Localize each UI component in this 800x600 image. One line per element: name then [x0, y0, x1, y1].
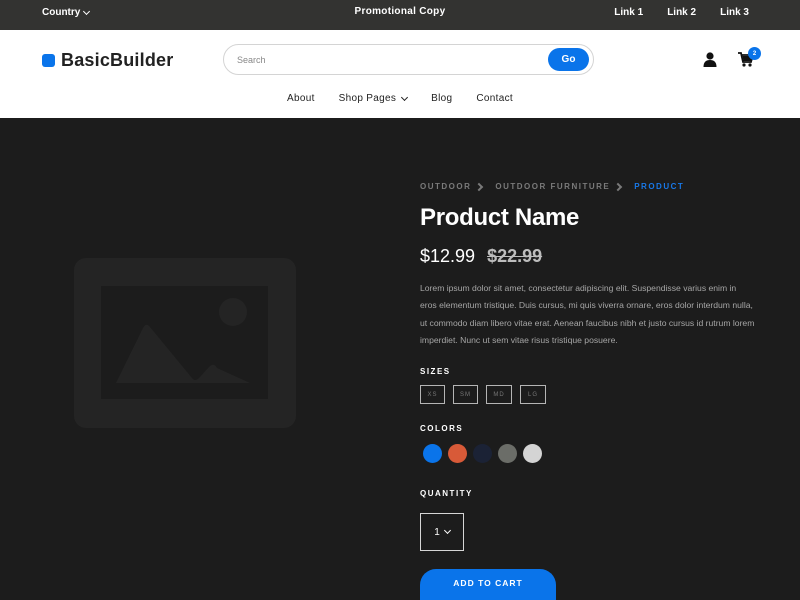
color-swatch-light-gray[interactable]: [523, 444, 542, 463]
chevron-right-icon: [613, 182, 623, 191]
size-option-md[interactable]: MD: [486, 385, 512, 404]
product-section: OUTDOOR OUTDOOR FURNITURE PRODUCT Produc…: [0, 118, 800, 600]
top-link-2[interactable]: Link 2: [667, 7, 696, 18]
top-bar: Country Promotional Copy Link 1 Link 2 L…: [0, 0, 800, 30]
breadcrumb-item-outdoor-furniture[interactable]: OUTDOOR FURNITURE: [495, 182, 610, 191]
size-options: XS SM MD LG: [420, 385, 546, 404]
breadcrumb: OUTDOOR OUTDOOR FURNITURE PRODUCT: [420, 182, 684, 191]
chevron-right-icon: [475, 182, 484, 191]
nav-item-label: About: [287, 93, 315, 104]
chevron-down-icon: [443, 526, 451, 535]
user-icon[interactable]: [703, 52, 717, 67]
brand-name: BasicBuilder: [61, 50, 174, 70]
top-link-1[interactable]: Link 1: [614, 7, 643, 18]
top-link-3[interactable]: Link 3: [720, 7, 749, 18]
main-nav: About Shop Pages Blog Contact: [0, 93, 800, 104]
add-to-cart-button[interactable]: ADD TO CART: [420, 569, 556, 600]
nav-item-label: Shop Pages: [338, 93, 397, 104]
color-swatch-blue[interactable]: [423, 444, 442, 463]
nav-item-blog[interactable]: Blog: [431, 93, 452, 104]
image-placeholder-icon: [74, 258, 296, 428]
color-swatch-navy[interactable]: [473, 444, 492, 463]
nav-item-contact[interactable]: Contact: [476, 93, 513, 104]
search-go-button[interactable]: Go: [548, 48, 589, 71]
chevron-down-icon: [401, 93, 409, 101]
quantity-label: QUANTITY: [420, 489, 473, 498]
site-header: BasicBuilder Go 2 About Shop Pages Blog …: [0, 30, 800, 118]
colors-label: COLORS: [420, 424, 464, 433]
nav-item-about[interactable]: About: [287, 93, 315, 104]
nav-item-label: Blog: [431, 93, 453, 104]
search-bar: Go: [223, 44, 594, 75]
current-price: $12.99: [420, 246, 476, 266]
nav-item-shop-pages[interactable]: Shop Pages: [338, 93, 409, 104]
size-option-lg[interactable]: LG: [520, 385, 546, 404]
search-input[interactable]: [237, 54, 548, 65]
product-price: $12.99 $22.99: [420, 246, 542, 267]
logo-mark-icon: [42, 54, 55, 67]
quantity-value: 1: [434, 526, 440, 538]
sizes-label: SIZES: [420, 367, 451, 376]
breadcrumb-item-outdoor[interactable]: OUTDOOR: [420, 182, 471, 191]
nav-item-label: Contact: [476, 93, 513, 104]
cart-count-badge: 2: [748, 47, 761, 60]
quantity-select[interactable]: 1: [420, 513, 464, 551]
breadcrumb-item-current: PRODUCT: [634, 182, 685, 191]
color-swatch-orange[interactable]: [448, 444, 467, 463]
top-links: Link 1 Link 2 Link 3: [614, 7, 749, 18]
product-description: Lorem ipsum dolor sit amet, consectetur …: [420, 283, 755, 345]
product-title: Product Name: [420, 204, 580, 231]
color-options: [423, 444, 542, 463]
original-price: $22.99: [487, 246, 543, 266]
color-swatch-gray[interactable]: [498, 444, 517, 463]
logo[interactable]: BasicBuilder: [42, 50, 173, 71]
size-option-sm[interactable]: SM: [453, 385, 478, 404]
size-option-xs[interactable]: XS: [420, 385, 445, 404]
